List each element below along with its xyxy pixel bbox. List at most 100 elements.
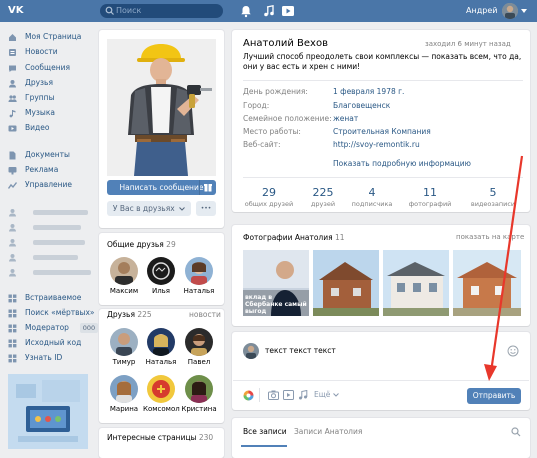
search-placeholder: Поиск — [116, 6, 142, 15]
photo-thumbnail[interactable]: вклад в Сбербанке самый выгод — [243, 250, 309, 316]
sidebar-item-messages[interactable]: Сообщения — [8, 61, 96, 75]
info-key: День рождения: — [243, 87, 308, 96]
stat-number: 29 — [262, 186, 276, 199]
avatar — [185, 375, 213, 403]
friend-item[interactable]: Павел — [181, 328, 217, 368]
sidebar-item-ads[interactable]: Реклама — [8, 163, 96, 177]
profile-status[interactable]: Лучший способ преодолеть свои комплексы … — [243, 52, 523, 72]
friend-name: Наталья — [183, 287, 215, 295]
notifications-bell-icon[interactable] — [239, 4, 253, 18]
mutual-friends-header[interactable]: Общие друзья 29 — [107, 240, 176, 249]
mutual-friends-count: 29 — [166, 240, 176, 249]
wall-tabs-card — [232, 418, 530, 458]
more-actions-button[interactable]: ••• — [196, 201, 216, 216]
avatar — [110, 257, 138, 285]
stat-photos[interactable]: 11 фотографий — [405, 186, 455, 209]
sidebar-item-groups[interactable]: Группы — [8, 91, 96, 105]
friends-news-link[interactable]: новости — [189, 310, 221, 319]
sidebar-item-embedded[interactable]: Встраиваемое — [8, 291, 96, 305]
photo-thumbnail[interactable] — [313, 250, 379, 316]
ad-banner-image[interactable] — [8, 374, 88, 449]
music-icon — [9, 110, 16, 118]
ads-icon — [8, 167, 17, 175]
stat-mutual-friends[interactable]: 29 общих друзей — [244, 186, 294, 209]
post-text-input[interactable]: текст текст текст — [265, 346, 336, 355]
sidebar-item-hidden[interactable] — [8, 265, 96, 279]
mutual-friend[interactable]: Максим — [106, 257, 142, 297]
sidebar-item-dead-search[interactable]: Поиск «мёртвых» — [8, 306, 96, 320]
stat-friends[interactable]: 225 друзей — [298, 186, 348, 209]
sidebar-item-label: Встраиваемое — [25, 293, 82, 302]
video-camera-icon[interactable] — [283, 390, 294, 400]
gift-icon[interactable] — [199, 180, 216, 195]
sidebar-item-news[interactable]: Новости — [8, 45, 96, 59]
stat-number: 5 — [489, 186, 497, 199]
show-details-link[interactable]: Показать подробную информацию — [333, 159, 471, 168]
mutual-friend[interactable]: Илья — [143, 257, 179, 297]
info-value[interactable]: женат — [333, 114, 358, 124]
sidebar-item-hidden[interactable] — [8, 235, 96, 249]
sidebar-item-documents[interactable]: Документы — [8, 148, 96, 162]
sidebar-item-hidden[interactable] — [8, 250, 96, 264]
send-post-button[interactable]: Отправить — [467, 388, 521, 404]
current-user-name[interactable]: Андрей — [466, 0, 497, 22]
blurred-label — [33, 240, 85, 245]
blurred-label — [33, 255, 78, 260]
stat-followers[interactable]: 4 подписчика — [347, 186, 397, 209]
sidebar-item-find-id[interactable]: Узнать ID — [8, 351, 96, 365]
chevron-down-icon[interactable] — [521, 9, 527, 13]
info-value[interactable]: 1 февраля 1978 г. — [333, 87, 404, 97]
mutual-friend[interactable]: Наталья — [181, 257, 217, 297]
interesting-pages-header[interactable]: Интересные страницы 230 — [107, 433, 213, 442]
send-message-button[interactable]: Написать сообщение — [107, 180, 216, 195]
vk-logo[interactable]: VK — [8, 4, 30, 18]
sidebar-item-label: Поиск «мёртвых» — [25, 308, 95, 317]
friend-item[interactable]: Марина — [106, 375, 142, 415]
info-value[interactable]: Строительная Компания — [333, 127, 431, 137]
friends-header[interactable]: Друзья 225 — [107, 310, 152, 319]
sidebar-item-manage[interactable]: Управление — [8, 178, 96, 192]
camera-icon[interactable] — [268, 390, 279, 400]
play-icon[interactable] — [281, 4, 295, 18]
sidebar-item-friends[interactable]: Друзья — [8, 76, 96, 90]
counter-badge: 000 — [80, 323, 98, 333]
music-note-icon[interactable] — [262, 4, 276, 18]
sidebar-item-hidden[interactable] — [8, 220, 96, 234]
app-icon — [8, 339, 17, 348]
color-palette-icon[interactable] — [243, 390, 254, 401]
stat-videos[interactable]: 5 видеозаписи — [468, 186, 518, 209]
sidebar-item-source-code[interactable]: Исходный код — [8, 336, 96, 350]
friends-title: Друзья — [107, 310, 135, 319]
photo-thumbnail[interactable] — [453, 250, 521, 316]
sidebar-item-music[interactable]: Музыка — [8, 106, 96, 120]
friend-name: Максим — [109, 287, 139, 295]
emoji-smile-icon[interactable] — [507, 345, 519, 357]
sidebar-item-my-page[interactable]: Моя Страница — [8, 30, 96, 44]
avatar — [110, 328, 138, 356]
current-user-avatar[interactable] — [502, 3, 518, 19]
friend-item[interactable]: Кристина — [181, 375, 217, 415]
info-value[interactable]: Благовещенск — [333, 101, 390, 111]
tab-own-posts[interactable]: Записи Анатолия — [294, 427, 362, 436]
more-attachments-button[interactable]: Ещё — [314, 390, 339, 399]
friends-icon — [9, 254, 16, 262]
photo-thumbnail[interactable] — [383, 250, 449, 316]
documents-icon — [9, 151, 16, 160]
info-value[interactable]: http://svoy-remontik.ru — [333, 140, 420, 150]
search-input[interactable]: Поиск — [100, 4, 223, 18]
composer-avatar[interactable] — [243, 343, 259, 359]
friend-item[interactable]: Наталья — [143, 328, 179, 368]
sidebar-item-video[interactable]: Видео — [8, 121, 96, 135]
show-on-map-link[interactable]: показать на карте — [456, 233, 524, 241]
sidebar-item-moderator[interactable]: Модератор 000 — [8, 321, 98, 335]
search-icon[interactable] — [511, 427, 521, 437]
tab-all-posts[interactable]: Все записи — [243, 427, 287, 436]
divider — [243, 177, 523, 178]
in-friends-button[interactable]: У Вас в друзьях — [107, 201, 191, 216]
sidebar-item-hidden[interactable] — [8, 205, 96, 219]
photos-header[interactable]: Фотографии Анатолия 11 — [243, 233, 345, 242]
audio-note-icon[interactable] — [298, 390, 308, 400]
friend-item[interactable]: Тимур — [106, 328, 142, 368]
friend-item[interactable]: Комсомол — [143, 375, 180, 415]
profile-photo[interactable] — [107, 39, 216, 176]
